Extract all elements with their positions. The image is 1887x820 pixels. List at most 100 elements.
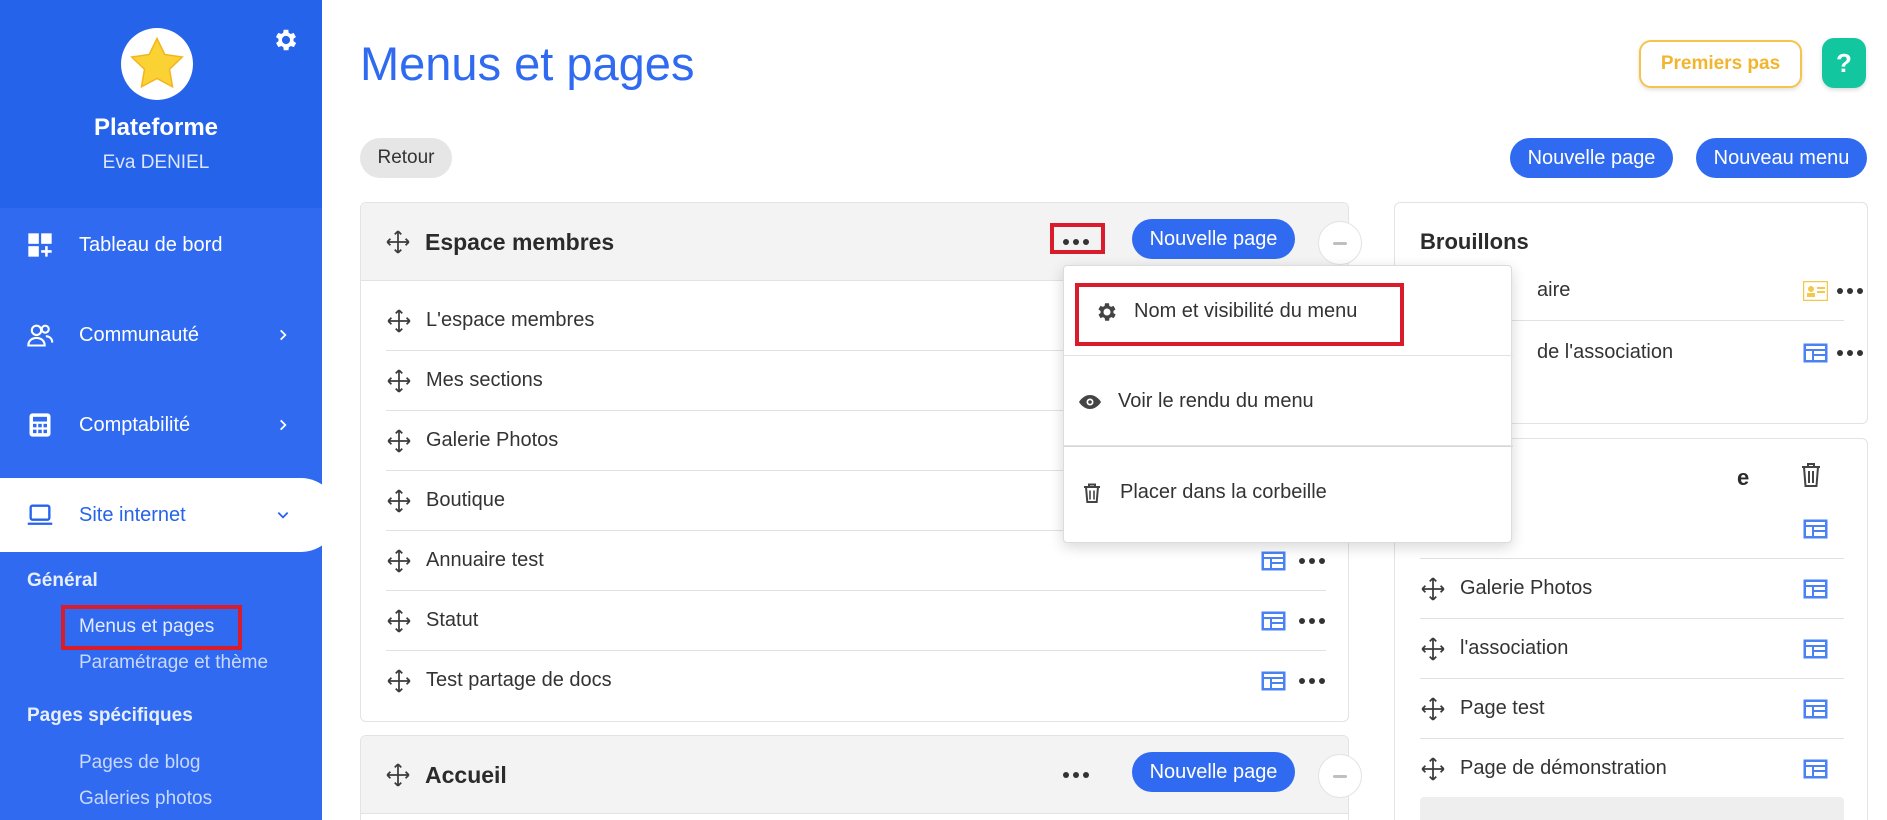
gear-icon[interactable]: [272, 26, 300, 54]
nav-label: Site internet: [79, 503, 186, 526]
sidebar-header: Plateforme Eva DENIEL: [0, 0, 322, 208]
collapse-button[interactable]: [1318, 221, 1362, 265]
org-logo[interactable]: [121, 28, 193, 100]
help-button[interactable]: ?: [1822, 38, 1866, 88]
page-layout-icon: [1803, 343, 1828, 363]
draft-label: de l'association: [1537, 341, 1674, 363]
page-layout-icon: [1803, 699, 1828, 719]
menu-new-page-button[interactable]: Nouvelle page: [1132, 219, 1295, 259]
drop-zone: [1420, 797, 1844, 820]
user-name: Eva DENIEL: [102, 152, 210, 173]
first-steps-button[interactable]: Premiers pas: [1639, 40, 1802, 88]
page-row[interactable]: Page de démonstration: [1420, 739, 1844, 799]
nav-item-community[interactable]: Communauté: [0, 300, 322, 370]
move-icon[interactable]: [1420, 576, 1446, 602]
dropdown-label: Voir le rendu du menu: [1118, 390, 1314, 412]
chevron-right-icon: [280, 419, 287, 431]
page-label: Galerie Photos: [1460, 577, 1593, 599]
move-icon[interactable]: [386, 548, 412, 574]
dropdown-label: Placer dans la corbeille: [1120, 481, 1327, 503]
dropdown-item-preview[interactable]: Voir le rendu du menu: [1064, 356, 1513, 446]
trash-icon: [1084, 483, 1100, 503]
page-layout-icon: [1803, 579, 1828, 599]
page-row[interactable]: Statut: [386, 591, 1326, 651]
minus-icon: [1333, 774, 1347, 778]
section-general-title: Général: [27, 570, 98, 591]
link-photo-galleries[interactable]: Galeries photos: [79, 788, 212, 810]
new-menu-button[interactable]: Nouveau menu: [1696, 138, 1867, 178]
more-icon[interactable]: [1062, 770, 1090, 780]
highlight-box: [1050, 223, 1105, 254]
nav-label: Comptabilité: [79, 413, 191, 436]
trash-icon[interactable]: [1799, 461, 1823, 489]
more-icon[interactable]: [1298, 676, 1326, 686]
menu-title: Accueil: [425, 762, 507, 788]
page-label: Galerie Photos: [426, 429, 559, 451]
eye-icon: [1079, 395, 1101, 409]
nav-item-website[interactable]: Site internet: [0, 478, 322, 552]
nav-item-dashboard[interactable]: Tableau de bord: [0, 210, 322, 280]
page-layout-icon: [1261, 671, 1286, 691]
move-icon[interactable]: [1420, 696, 1446, 722]
page-label: Boutique: [426, 489, 505, 511]
move-icon[interactable]: [1420, 636, 1446, 662]
move-icon[interactable]: [386, 428, 412, 454]
chevron-right-icon: [280, 329, 287, 341]
page-layout-icon: [1261, 611, 1286, 631]
users-icon: [27, 324, 54, 347]
menu-card-header: Accueil Nouvelle page: [361, 736, 1348, 814]
star-icon: [130, 36, 184, 89]
draft-label: aire: [1537, 279, 1571, 301]
page-layout-icon: [1803, 639, 1828, 659]
move-icon[interactable]: [1420, 756, 1446, 782]
page-row[interactable]: Galerie Photos: [1420, 559, 1844, 619]
panel-title: e: [1737, 465, 1750, 490]
more-icon[interactable]: [1836, 348, 1864, 358]
more-icon[interactable]: [1298, 616, 1326, 626]
dashboard-icon: [28, 233, 52, 257]
page-row[interactable]: l'association: [1420, 619, 1844, 679]
sidebar: Plateforme Eva DENIEL Tableau de bord Co…: [0, 0, 322, 820]
laptop-icon: [27, 504, 53, 525]
org-name: Plateforme: [93, 114, 219, 141]
new-page-button[interactable]: Nouvelle page: [1510, 138, 1673, 178]
menu-card-accueil: Accueil Nouvelle page: [360, 735, 1362, 820]
section-specific-title: Pages spécifiques: [27, 705, 193, 726]
chevron-down-icon: [277, 512, 289, 519]
page-title: Menus et pages: [360, 37, 695, 90]
page-label: Page test: [1460, 697, 1545, 719]
move-icon[interactable]: [385, 762, 411, 788]
page-layout-icon: [1803, 519, 1828, 539]
highlight-box: [61, 605, 242, 650]
menu-title: Espace membres: [425, 229, 615, 255]
nav-label: Tableau de bord: [79, 233, 223, 256]
move-icon[interactable]: [385, 229, 411, 255]
move-icon[interactable]: [386, 368, 412, 394]
drafts-title: Brouillons: [1420, 229, 1529, 254]
back-button[interactable]: Retour: [360, 138, 452, 178]
link-settings-theme[interactable]: Paramétrage et thème: [79, 652, 268, 674]
link-blog-pages[interactable]: Pages de blog: [79, 752, 201, 774]
dropdown-item-trash[interactable]: Placer dans la corbeille: [1064, 446, 1513, 536]
more-icon[interactable]: [1298, 556, 1326, 566]
page-label: Statut: [426, 609, 479, 631]
page-row[interactable]: Page test: [1420, 679, 1844, 739]
page-label: Test partage de docs: [426, 669, 612, 691]
calculator-icon: [29, 413, 51, 437]
move-icon[interactable]: [386, 308, 412, 334]
nav-label: Communauté: [79, 323, 200, 346]
move-icon[interactable]: [386, 488, 412, 514]
menu-new-page-button[interactable]: Nouvelle page: [1132, 752, 1295, 792]
more-icon[interactable]: [1836, 286, 1864, 296]
page-row[interactable]: Test partage de docs: [386, 651, 1326, 711]
page-layout-icon: [1261, 551, 1286, 571]
nav-item-accounting[interactable]: Comptabilité: [0, 390, 322, 460]
page-label: L'espace membres: [426, 309, 595, 331]
highlight-box: [1075, 283, 1404, 346]
page-label: Annuaire test: [426, 549, 544, 571]
move-icon[interactable]: [386, 668, 412, 694]
page-layout-icon: [1803, 759, 1828, 779]
move-icon[interactable]: [386, 608, 412, 634]
collapse-button[interactable]: [1318, 754, 1362, 798]
contact-card-icon: [1803, 281, 1828, 301]
